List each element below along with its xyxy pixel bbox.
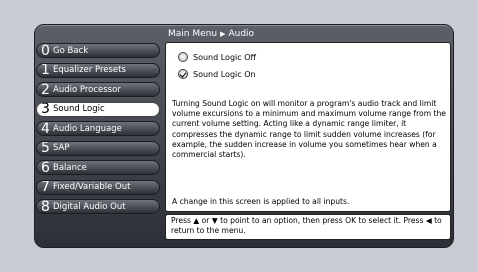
menu-item-label: Balance — [53, 162, 87, 173]
menu-item-label: Audio Language — [53, 123, 122, 134]
menu-item-number: 3 — [41, 101, 50, 117]
radio-icon — [178, 52, 188, 62]
menu-item-number: 2 — [41, 82, 50, 97]
menu-item-equalizer-presets[interactable]: 1 Equalizer Presets — [36, 62, 160, 78]
menu-item-balance[interactable]: 6 Balance — [36, 160, 160, 175]
option-label: Sound Logic Off — [193, 52, 256, 62]
menu-item-label: Equalizer Presets — [53, 65, 126, 75]
note-text: A change in this screen is applied to al… — [172, 197, 350, 206]
menu-item-label: Sound Logic — [53, 104, 105, 114]
option-sound-logic-on[interactable]: Sound Logic On — [178, 69, 256, 79]
menu-item-number: 5 — [41, 140, 50, 156]
menu-item-number: 8 — [41, 199, 50, 214]
menu-item-label: Fixed/Variable Out — [53, 182, 131, 192]
menu-item-sound-logic[interactable]: 3 Sound Logic — [36, 101, 160, 117]
menu-item-number: 1 — [41, 62, 50, 78]
menu-item-label: Go Back — [53, 45, 89, 56]
audio-menu: 0 Go Back 1 Equalizer Presets 2 Audio Proce… — [36, 43, 160, 219]
option-label: Sound Logic On — [193, 69, 256, 79]
description-text: Turning Sound Logic on will monitor a pr… — [172, 99, 446, 160]
menu-item-sap[interactable]: 5 SAP — [36, 140, 160, 156]
menu-item-audio-processor[interactable]: 2 Audio Processor — [36, 82, 160, 97]
content-pane: Sound Logic Off Sound Logic On Turning S… — [165, 42, 451, 212]
menu-item-number: 0 — [41, 43, 50, 58]
option-sound-logic-off[interactable]: Sound Logic Off — [178, 52, 256, 62]
menu-item-audio-language[interactable]: 4 Audio Language — [36, 121, 160, 136]
breadcrumb-main[interactable]: Main Menu — [168, 29, 217, 39]
breadcrumb-arrow-icon: ▶ — [220, 30, 226, 38]
menu-item-number: 6 — [41, 160, 50, 175]
menu-item-fixed-variable-out[interactable]: 7 Fixed/Variable Out — [36, 179, 160, 195]
breadcrumb: Main Menu ▶ Audio — [168, 28, 448, 40]
help-text: Press ▲ or ▼ to point to an option, then… — [165, 214, 451, 240]
menu-item-digital-audio-out[interactable]: 8 Digital Audio Out — [36, 199, 160, 214]
menu-item-label: Audio Processor — [53, 84, 121, 95]
menu-item-number: 7 — [41, 179, 50, 195]
radio-checked-icon — [178, 69, 188, 79]
menu-item-number: 4 — [41, 121, 50, 136]
breadcrumb-current: Audio — [228, 29, 255, 39]
menu-item-label: Digital Audio Out — [53, 201, 126, 212]
menu-item-label: SAP — [53, 143, 70, 153]
menu-item-go-back[interactable]: 0 Go Back — [36, 43, 160, 58]
